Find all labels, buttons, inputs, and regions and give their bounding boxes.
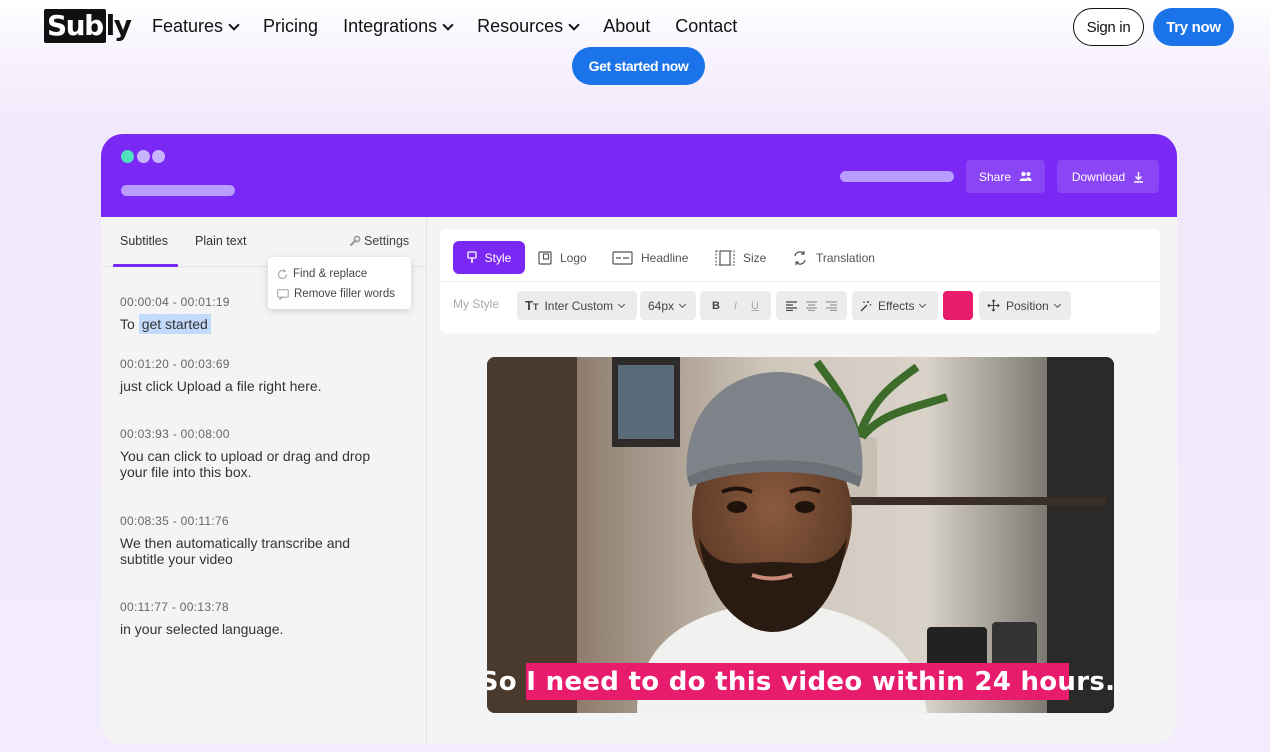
subtitle-entry[interactable]: 00:11:77 - 00:13:78 in your selected lan… xyxy=(120,600,400,637)
subtitle-text[interactable]: You can click to upload or drag and drop… xyxy=(120,448,390,480)
title-placeholder-bar xyxy=(121,185,235,196)
caption-color-swatch[interactable] xyxy=(943,291,973,320)
users-icon xyxy=(1019,171,1032,181)
toolbar-tabs: Style Logo Headline Size Translation xyxy=(440,229,1160,282)
video-frame-illustration xyxy=(487,357,1114,713)
download-icon xyxy=(1134,171,1144,183)
subtitles-panel: Subtitles Plain text Settings Find & rep… xyxy=(101,217,427,744)
tab-headline[interactable]: Headline xyxy=(612,241,688,274)
share-button[interactable]: Share xyxy=(966,160,1045,193)
video-preview[interactable]: So I need to do this video within 24 hou… xyxy=(487,357,1114,713)
align-right-icon[interactable] xyxy=(826,300,838,311)
subtitle-entry[interactable]: 00:03:93 - 00:08:00 You can click to upl… xyxy=(120,427,390,480)
font-icon: TT xyxy=(525,298,539,313)
position-select[interactable]: Position xyxy=(979,291,1071,320)
get-started-button[interactable]: Get started now xyxy=(572,47,705,85)
translate-icon xyxy=(794,250,806,265)
subtitle-text[interactable]: To get started xyxy=(120,314,400,334)
subtitle-time: 00:00:04 - 00:01:19 xyxy=(120,295,230,309)
tab-style[interactable]: Style xyxy=(453,241,525,274)
tab-translation[interactable]: Translation xyxy=(792,241,875,274)
align-center-icon[interactable] xyxy=(805,300,817,311)
nav-links: Features Pricing Integrations Resources … xyxy=(152,16,762,37)
tab-size[interactable]: Size xyxy=(715,241,766,274)
resize-icon xyxy=(715,249,735,266)
nav-resources[interactable]: Resources xyxy=(477,16,580,37)
chevron-down-icon xyxy=(919,300,927,308)
alignment-group xyxy=(776,291,847,320)
subtitle-text[interactable]: We then automatically transcribe and sub… xyxy=(120,535,370,567)
video-caption[interactable]: So I need to do this video within 24 hou… xyxy=(487,663,1114,700)
subtitle-entry[interactable]: 00:08:35 - 00:11:76 We then automaticall… xyxy=(120,514,370,567)
editor-panel: Style Logo Headline Size Translation My … xyxy=(428,217,1177,744)
chevron-down-icon xyxy=(568,18,580,31)
subtitle-time: 00:11:77 - 00:13:78 xyxy=(120,600,229,614)
image-icon xyxy=(538,250,552,265)
align-left-icon[interactable] xyxy=(785,300,797,311)
text-format-group: B I U xyxy=(700,291,771,320)
brush-icon xyxy=(467,251,477,263)
nav-pricing[interactable]: Pricing xyxy=(263,16,318,37)
subtitle-text[interactable]: in your selected language. xyxy=(120,621,400,637)
effects-select[interactable]: Effects xyxy=(852,291,938,320)
window-dot-green xyxy=(121,150,134,163)
download-button[interactable]: Download xyxy=(1057,160,1159,193)
subtitle-text[interactable]: just click Upload a file right here. xyxy=(120,378,400,394)
subly-logo[interactable]: Sub ly xyxy=(44,9,132,43)
window-dot xyxy=(137,150,150,163)
chevron-down-icon xyxy=(678,300,687,308)
tab-subtitles[interactable]: Subtitles xyxy=(120,234,168,248)
app-header: Share Download xyxy=(101,134,1177,217)
nav-contact[interactable]: Contact xyxy=(675,16,737,37)
nav-features[interactable]: Features xyxy=(152,16,240,37)
my-style-label[interactable]: My Style xyxy=(453,297,499,311)
chevron-down-icon xyxy=(442,18,454,31)
chevron-down-icon xyxy=(228,18,240,31)
window-dot xyxy=(152,150,165,163)
chevron-down-icon xyxy=(618,300,626,308)
nav-integrations[interactable]: Integrations xyxy=(343,16,454,37)
magic-wand-icon xyxy=(860,300,872,312)
find-replace-item[interactable]: Find & replace xyxy=(277,264,402,284)
subtitle-time: 00:01:20 - 00:03:69 xyxy=(120,357,230,371)
try-now-button[interactable]: Try now xyxy=(1153,8,1234,46)
tab-plain-text[interactable]: Plain text xyxy=(195,234,246,248)
wrench-icon xyxy=(350,235,361,246)
subtitle-time: 00:08:35 - 00:11:76 xyxy=(120,514,229,528)
chevron-down-icon xyxy=(1053,300,1061,308)
font-size-select[interactable]: 64px xyxy=(640,291,696,320)
highlighted-text: get started xyxy=(138,314,211,334)
bold-button[interactable]: B xyxy=(712,300,720,312)
subtitle-entry[interactable]: 00:00:04 - 00:01:19 To get started xyxy=(120,295,400,334)
headline-icon xyxy=(612,250,633,265)
tab-logo[interactable]: Logo xyxy=(538,241,587,274)
style-toolbar: Style Logo Headline Size Translation My … xyxy=(440,229,1160,333)
sign-in-button[interactable]: Sign in xyxy=(1073,8,1144,46)
app-preview: Share Download Subtitles Plain text Sett… xyxy=(101,134,1177,744)
status-placeholder-bar xyxy=(840,171,954,182)
nav-about[interactable]: About xyxy=(603,16,650,37)
subtitle-entry[interactable]: 00:01:20 - 00:03:69 just click Upload a … xyxy=(120,357,400,394)
refresh-icon xyxy=(277,268,288,279)
subtitle-time: 00:03:93 - 00:08:00 xyxy=(120,427,230,441)
top-nav: Sub ly Features Pricing Integrations Reso… xyxy=(0,0,1270,54)
move-icon xyxy=(987,299,1000,312)
italic-button[interactable]: I xyxy=(734,300,737,312)
active-tab-indicator xyxy=(113,264,178,267)
font-select[interactable]: TT Inter Custom xyxy=(517,291,637,320)
settings-button[interactable]: Settings xyxy=(349,234,409,248)
underline-button[interactable]: U xyxy=(751,300,759,312)
